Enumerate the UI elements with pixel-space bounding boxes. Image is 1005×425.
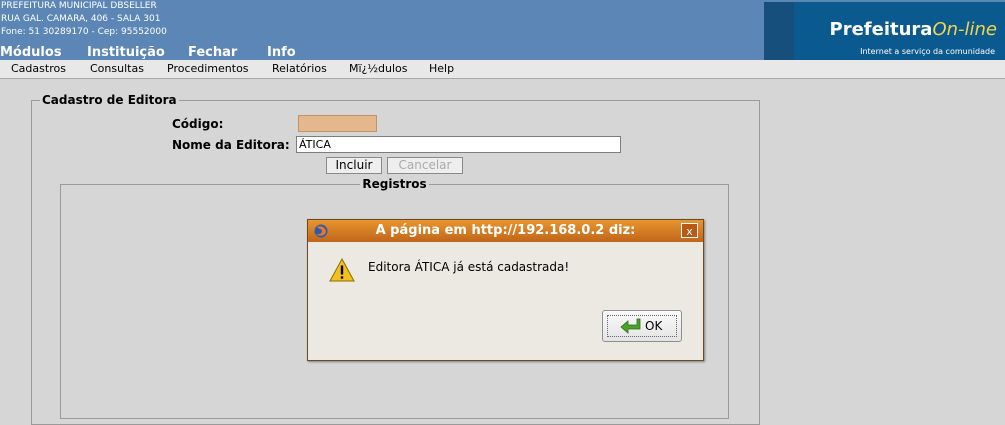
close-icon: x	[686, 225, 693, 238]
dialog-close-button[interactable]: x	[681, 223, 698, 238]
dialog-titlebar[interactable]: A página em http://192.168.0.2 diz: x	[308, 220, 703, 242]
warning-icon	[329, 257, 355, 282]
dialog-message: Editora ÁTICA já está cadastrada!	[368, 260, 570, 274]
return-arrow-icon	[620, 318, 641, 334]
dialog-title: A página em http://192.168.0.2 diz:	[375, 223, 636, 238]
submenu-bar: Cadastros Consultas Procedimentos Relató…	[0, 60, 1005, 79]
ok-label: OK	[645, 319, 663, 333]
prefeitura-online-logo: PrefeituraOn-line Internet a serviço da …	[764, 2, 1005, 60]
logo-brand: PrefeituraOn-line	[830, 20, 998, 40]
nome-editora-input[interactable]	[296, 136, 621, 153]
logo-tagline: Internet a serviço da comunidade	[860, 47, 995, 56]
registros-legend: Registros	[362, 177, 427, 191]
submenu-modulos[interactable]: Mï¿½dulos	[349, 62, 408, 75]
ok-focus-ring	[607, 315, 677, 337]
nome-editora-label: Nome da Editora:	[172, 138, 290, 152]
logo-band	[764, 2, 794, 60]
org-address: RUA GAL. CAMARA, 406 - SALA 301	[1, 14, 161, 24]
main-menu-info[interactable]: Info	[267, 45, 296, 60]
org-contact: Fone: 51 30289170 - Cep: 95552000	[1, 27, 167, 37]
codigo-label: Código:	[172, 117, 224, 131]
cancelar-button[interactable]: Cancelar	[387, 157, 463, 174]
header-banner: PREFEITURA MUNICIPAL DBSELLER RUA GAL. C…	[0, 0, 1005, 60]
submenu-procedimentos[interactable]: Procedimentos	[167, 62, 249, 75]
submenu-consultas[interactable]: Consultas	[90, 62, 144, 75]
main-menu-fechar[interactable]: Fechar	[188, 45, 237, 60]
submenu-cadastros[interactable]: Cadastros	[11, 62, 66, 75]
submenu-relatorios[interactable]: Relatórios	[272, 62, 327, 75]
codigo-field[interactable]	[298, 115, 377, 132]
ok-button[interactable]: OK	[602, 310, 682, 342]
org-name: PREFEITURA MUNICIPAL DBSELLER	[1, 1, 157, 11]
logo-brand-italic: On-line	[932, 19, 997, 40]
incluir-button[interactable]: Incluir	[326, 157, 382, 174]
submenu-help[interactable]: Help	[429, 62, 454, 75]
alert-dialog: A página em http://192.168.0.2 diz: x Ed…	[307, 219, 704, 361]
main-menu-modulos[interactable]: Módulos	[0, 45, 62, 60]
main-menu-instituicao[interactable]: Instituição	[87, 45, 165, 60]
logo-brand-bold: Prefeitura	[829, 19, 933, 40]
cadastro-editora-legend: Cadastro de Editora	[42, 93, 177, 107]
